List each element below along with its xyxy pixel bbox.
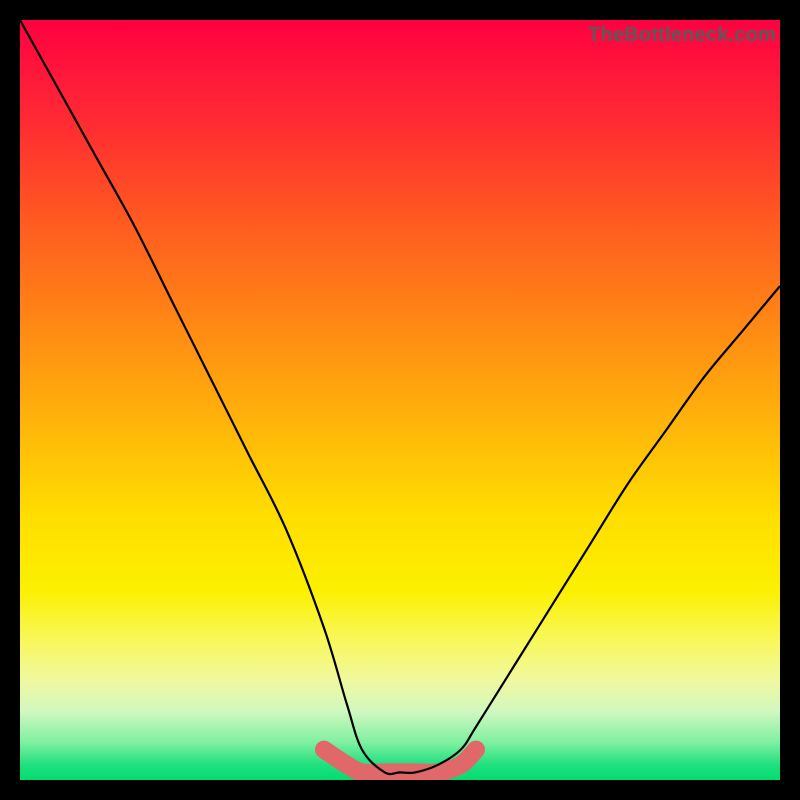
bottleneck-curve xyxy=(20,20,780,774)
highlight-band xyxy=(324,750,476,773)
chart-frame: TheBottleneck.com xyxy=(0,0,800,800)
plot-area: TheBottleneck.com xyxy=(20,20,780,780)
curve-layer xyxy=(20,20,780,780)
